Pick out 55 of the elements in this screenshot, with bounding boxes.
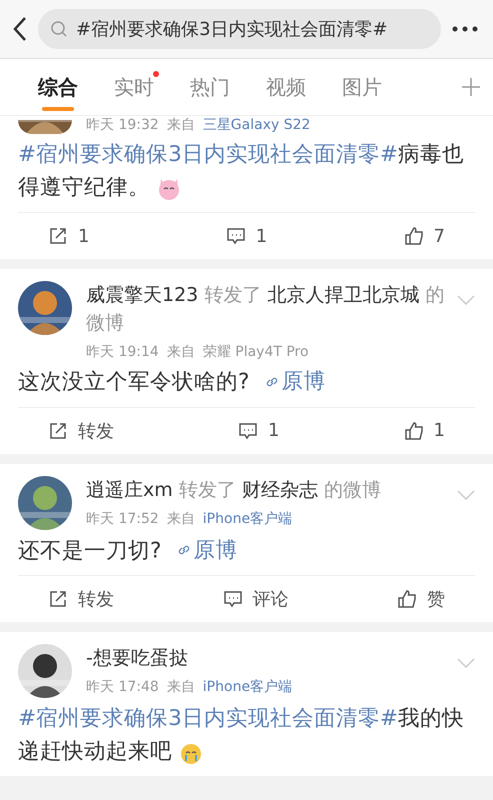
comment-icon bbox=[238, 420, 258, 440]
like-button[interactable]: 7 bbox=[404, 226, 445, 246]
post-text: 这次没立个军令状啥的? 原博 bbox=[18, 361, 475, 406]
post-header: -想要吃蛋挞 bbox=[86, 646, 189, 671]
device-name[interactable]: iPhone客户端 bbox=[202, 678, 292, 696]
post-time: 昨天 17:48 bbox=[86, 678, 159, 696]
device-name[interactable]: iPhone客户端 bbox=[202, 510, 292, 528]
repost-button[interactable]: 转发 bbox=[48, 418, 114, 442]
post-time: 昨天 19:14 bbox=[86, 343, 159, 361]
tab[interactable]: 综合 bbox=[30, 59, 86, 115]
thumbs-up-icon bbox=[404, 420, 424, 440]
avatar[interactable] bbox=[18, 476, 72, 530]
back-icon[interactable] bbox=[12, 16, 28, 42]
comment-button[interactable]: 1 bbox=[238, 420, 280, 441]
repost-button[interactable]: 1 bbox=[48, 226, 90, 246]
like-button[interactable]: 1 bbox=[404, 420, 445, 441]
share-icon bbox=[48, 589, 68, 609]
comment-icon bbox=[226, 226, 246, 246]
tab[interactable]: 热门 bbox=[182, 59, 238, 115]
thumbs-up-icon bbox=[397, 589, 417, 609]
search-icon bbox=[50, 20, 68, 38]
tab[interactable]: 图片 bbox=[334, 59, 390, 115]
topic-link[interactable]: #宿州要求确保3日内实现社会面清零# bbox=[18, 706, 398, 731]
device-name[interactable]: 三星Galaxy S22 bbox=[202, 116, 310, 134]
thumbs-up-icon bbox=[404, 226, 424, 246]
post-text: #宿州要求确保3日内实现社会面清零#我的快递赶快动起来吧 bbox=[18, 705, 465, 768]
avatar[interactable] bbox=[18, 281, 72, 335]
comment-button[interactable]: 评论 bbox=[222, 587, 288, 611]
search-field[interactable]: #宿州要求确保3日内实现社会面清零# bbox=[38, 9, 441, 49]
share-icon bbox=[48, 226, 68, 246]
avatar[interactable] bbox=[18, 120, 72, 134]
source-label: 来自 bbox=[166, 678, 195, 696]
comment-icon bbox=[222, 589, 242, 609]
topic-link[interactable]: #宿州要求确保3日内实现社会面清零# bbox=[18, 142, 398, 167]
link-icon bbox=[177, 543, 192, 557]
original-post-link[interactable]: 原博 bbox=[265, 365, 326, 398]
post-text: #宿州要求确保3日内实现社会面清零#病毒也得遵守纪律。 bbox=[18, 141, 465, 204]
tab[interactable]: 实时 bbox=[106, 59, 162, 115]
repost-button[interactable]: 转发 bbox=[48, 587, 114, 611]
device-name: 荣耀 Play4T Pro bbox=[202, 343, 309, 361]
post-time: 昨天 17:52 bbox=[86, 510, 159, 528]
source-label: 来自 bbox=[166, 343, 195, 361]
source-label: 来自 bbox=[166, 510, 195, 528]
source-label: 来自 bbox=[166, 116, 195, 134]
like-button[interactable]: 赞 bbox=[397, 587, 445, 611]
post-header: 威震擎天123 转发了 北京人捍卫北京城 的微博 bbox=[86, 283, 445, 336]
more-icon[interactable] bbox=[451, 25, 479, 33]
post-header: 逍遥庄xm 转发了 财经杂志 的微博 bbox=[86, 478, 382, 502]
share-icon bbox=[48, 420, 68, 440]
post-text: 还不是一刀切? 原博 bbox=[18, 530, 475, 575]
original-post-link[interactable]: 原博 bbox=[177, 534, 238, 566]
post-time: 昨天 19:32 bbox=[86, 116, 159, 134]
comment-button[interactable]: 1 bbox=[226, 226, 268, 246]
tab[interactable]: 视频 bbox=[258, 59, 314, 115]
plus-icon[interactable] bbox=[461, 77, 481, 97]
